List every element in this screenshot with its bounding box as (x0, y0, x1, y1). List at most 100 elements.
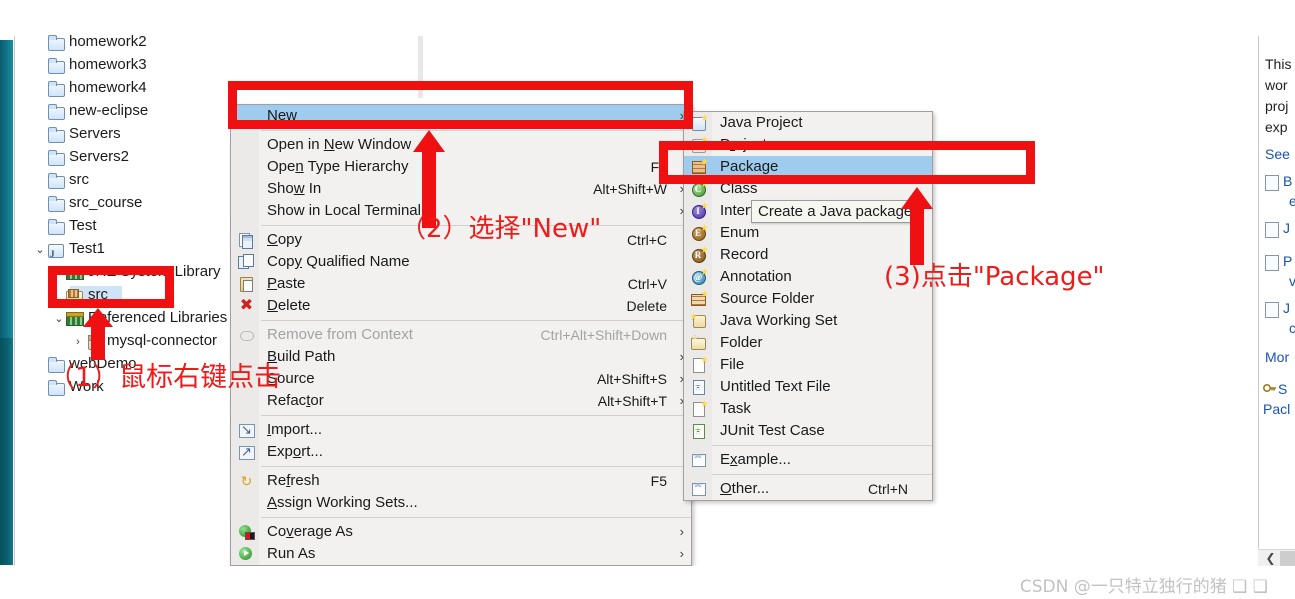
menu-item-label: Show In (267, 180, 322, 197)
help-link-4-line1[interactable]: J (1283, 300, 1290, 316)
submenu-item-label: Java Project (720, 114, 803, 131)
menu-item-label: Export... (267, 443, 323, 460)
submenu-item-junit-test-case[interactable]: JUnit Test Case (684, 420, 932, 442)
refresh-icon: ↻ (240, 473, 253, 489)
folder-icon (47, 58, 65, 74)
menu-item-run-as[interactable]: Run As › (231, 543, 691, 565)
screenshot-canvas: homework2 homework3 homework4 new-eclipse Se… (0, 0, 1295, 599)
java-working-set-icon (691, 313, 708, 329)
submenu-item-enum[interactable]: E Enum (684, 222, 932, 244)
tree-item-servers2[interactable]: Servers2 (33, 146, 129, 169)
submenu-item-java-working-set[interactable]: Java Working Set (684, 310, 932, 332)
tree-item-src[interactable]: src (33, 169, 89, 192)
menu-item-label: Delete (267, 297, 311, 314)
tree-item-label: Servers (69, 125, 121, 142)
tree-twisty-icon[interactable]: ⌄ (52, 308, 66, 331)
submenu-item-java-project[interactable]: Java Project (684, 112, 932, 134)
help-link-2-line1[interactable]: J (1283, 220, 1290, 236)
help-footer-line1[interactable]: S (1278, 381, 1287, 397)
no-icon (238, 203, 255, 219)
icon-letter: C (694, 184, 702, 194)
tree-item-src-course[interactable]: src_course (33, 192, 142, 215)
menu-item-shortcut: Delete (626, 298, 667, 314)
submenu-item-folder[interactable]: Folder (684, 332, 932, 354)
menu-item-refresh[interactable]: ↻ Refresh F5 (231, 470, 691, 492)
help-more-link[interactable]: Mor (1265, 349, 1289, 365)
file-icon (691, 357, 708, 373)
tree-item-label: Test (69, 217, 97, 234)
java-project-icon (691, 115, 708, 131)
menu-item-import[interactable]: Import... (231, 419, 691, 441)
tree-item-test1[interactable]: ⌄ Test1 (33, 238, 105, 266)
menu-item-delete[interactable]: ✖ Delete Delete (231, 295, 691, 317)
icon-letter: I (696, 206, 700, 216)
submenu-item-file[interactable]: File (684, 354, 932, 376)
help-doc-icon-2 (1265, 222, 1279, 238)
help-footer-line2[interactable]: Pacl (1263, 401, 1290, 417)
menu-item-label: Copy (267, 231, 303, 248)
tree-item-test[interactable]: Test (33, 215, 97, 238)
menu-item-paste[interactable]: Paste Ctrl+V (231, 273, 691, 295)
help-doc-icon-4 (1265, 302, 1279, 318)
submenu-item-other[interactable]: Other... Ctrl+N (684, 478, 932, 500)
menu-item-label: Copy Qualified Name (267, 253, 410, 270)
help-link-1-line2[interactable]: e (1289, 193, 1295, 209)
context-menu[interactable]: New › Open in New Window Open Type Hierarch… (230, 104, 692, 566)
tree-item-new-eclipse[interactable]: new-eclipse (33, 100, 148, 123)
icon-letter: R (694, 250, 702, 260)
help-scroll-left-icon[interactable]: ❮ (1264, 551, 1277, 566)
annotation-box-new (228, 81, 693, 129)
help-link-3-line1[interactable]: P (1283, 253, 1292, 269)
help-view-panel[interactable]: This wor proj exp See B e J P v J c Mor (1258, 36, 1295, 548)
menu-item-refactor[interactable]: Refactor Alt+Shift+T › (231, 390, 691, 412)
submenu-item-label: Task (720, 400, 751, 417)
tree-item-homework3[interactable]: homework3 (33, 54, 147, 77)
submenu-item-label: JUnit Test Case (720, 422, 825, 439)
menu-item-source[interactable]: Source Alt+Shift+S › (231, 368, 691, 390)
help-horizontal-scrollbar[interactable]: ❮ (1258, 549, 1295, 567)
menu-item-label: Assign Working Sets... (267, 494, 418, 511)
menu-item-coverage-as[interactable]: Coverage As › (231, 521, 691, 543)
help-link-1-line1[interactable]: B (1283, 173, 1292, 189)
copy-icon (238, 232, 255, 249)
annotation-box-package (659, 141, 1035, 184)
folder-icon (47, 35, 65, 51)
help-link-3-line2[interactable]: v (1289, 273, 1295, 289)
submenu-item-example[interactable]: Example... (684, 449, 932, 471)
submenu-item-task[interactable]: Task (684, 398, 932, 420)
chevron-right-icon: › (679, 524, 684, 539)
chevron-right-icon: › (679, 546, 684, 561)
folder-icon (691, 335, 708, 351)
tree-item-servers[interactable]: Servers (33, 123, 121, 146)
tree-item-homework4[interactable]: homework4 (33, 77, 147, 100)
help-link-4-line2[interactable]: c (1289, 320, 1295, 336)
menu-item-assign-working-sets[interactable]: Assign Working Sets... (231, 492, 691, 514)
wizard-icon (691, 452, 708, 468)
tree-twisty-icon[interactable]: ⌄ (33, 239, 47, 262)
menu-item-open-type-hierarchy[interactable]: Open Type Hierarchy F4 (231, 156, 691, 178)
menu-item-label: Open Type Hierarchy (267, 158, 409, 175)
watermark-text: CSDN @一只特立独行的猪 ❑ ❑ (1019, 577, 1268, 597)
import-icon (238, 419, 255, 441)
menu-separator (261, 466, 691, 467)
tree-item-label: Test1 (69, 240, 105, 257)
menu-item-shortcut: Ctrl+C (626, 232, 667, 248)
submenu-item-untitled-text-file[interactable]: Untitled Text File (684, 376, 932, 398)
menu-item-open-in-new-window[interactable]: Open in New Window (231, 134, 691, 156)
tooltip: Create a Java package (751, 200, 920, 223)
annotation-icon: @ (691, 269, 708, 285)
menu-item-copy-qualified-name[interactable]: Copy Qualified Name (231, 251, 691, 273)
tree-item-homework2[interactable]: homework2 (33, 31, 147, 54)
menu-item-label: Import... (267, 421, 323, 438)
folder-icon (47, 219, 65, 235)
junit-icon (691, 423, 708, 439)
tree-item-referenced-libraries[interactable]: ⌄ Referenced Libraries (52, 307, 227, 330)
folder-icon (47, 173, 65, 189)
menu-item-show-in[interactable]: Show In Alt+Shift+W › (231, 178, 691, 200)
help-scrollbar-thumb[interactable] (1280, 551, 1295, 566)
menu-separator (261, 415, 691, 416)
menu-item-export[interactable]: Export... (231, 441, 691, 463)
no-icon (238, 393, 255, 409)
folder-icon (47, 104, 65, 120)
menu-item-build-path[interactable]: Build Path › (231, 346, 691, 368)
